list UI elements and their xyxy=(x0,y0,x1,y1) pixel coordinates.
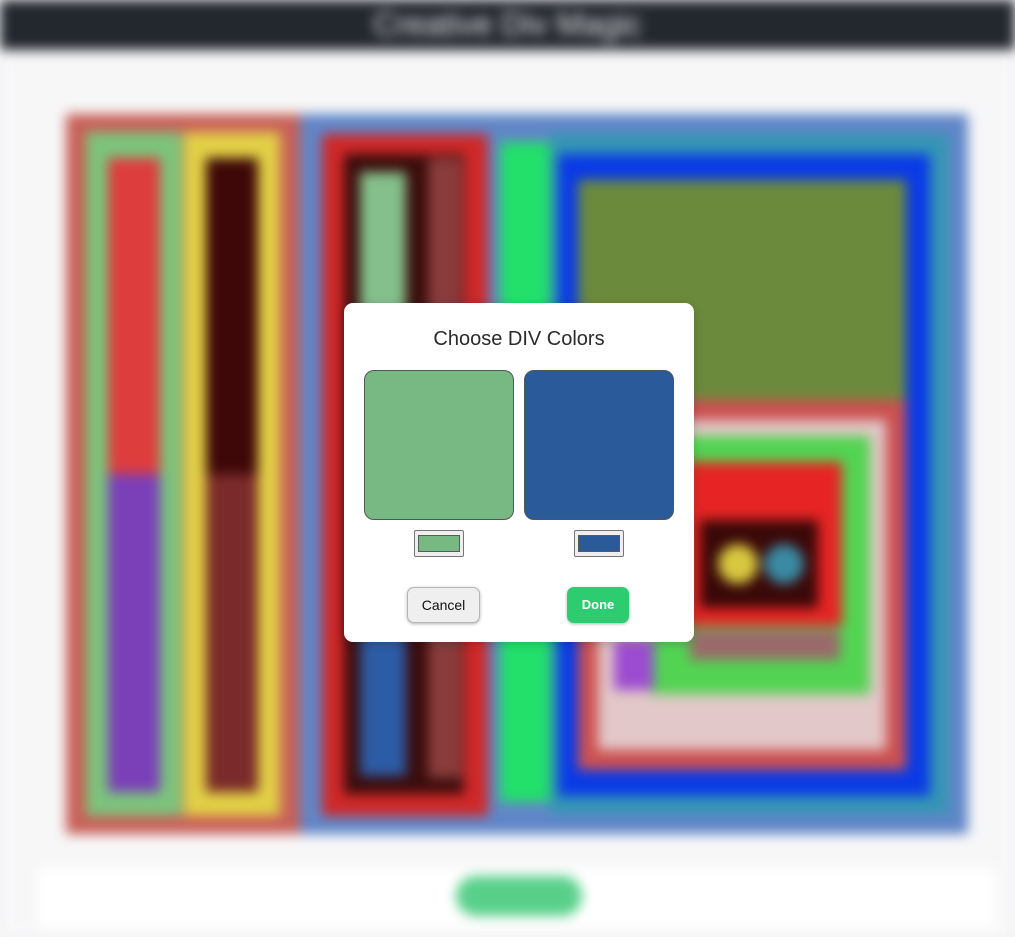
color-input-right-fill xyxy=(578,535,620,552)
color-input-left[interactable] xyxy=(414,530,464,557)
cancel-button[interactable]: Cancel xyxy=(407,587,480,623)
done-button[interactable]: Done xyxy=(567,587,629,623)
color-picker-dialog: Choose DIV Colors Cancel Done xyxy=(344,303,694,642)
color-preview-right xyxy=(524,370,674,520)
modal-overlay: Choose DIV Colors Cancel Done xyxy=(0,0,1015,937)
color-input-right[interactable] xyxy=(574,530,624,557)
dialog-title: Choose DIV Colors xyxy=(433,328,605,350)
color-preview-left xyxy=(364,370,514,520)
color-input-left-fill xyxy=(418,535,460,552)
